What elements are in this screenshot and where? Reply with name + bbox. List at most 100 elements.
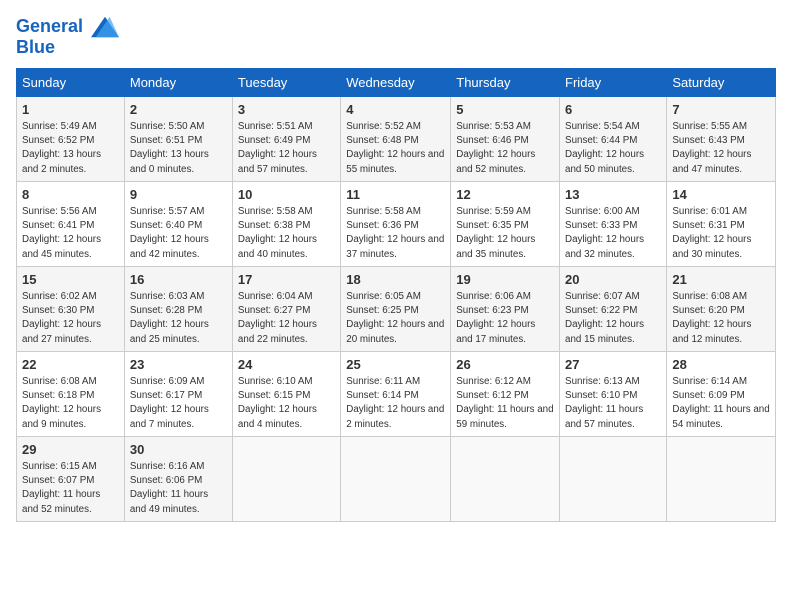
calendar-cell — [341, 436, 451, 521]
day-number: 11 — [346, 186, 445, 204]
day-number: 6 — [565, 101, 661, 119]
calendar-cell: 3Sunrise: 5:51 AM Sunset: 6:49 PM Daylig… — [232, 96, 340, 181]
day-number: 24 — [238, 356, 335, 374]
day-header-friday: Friday — [560, 68, 667, 96]
logo-text: General — [16, 16, 119, 38]
calendar-cell — [451, 436, 560, 521]
calendar-cell — [667, 436, 776, 521]
calendar-week-row: 15Sunrise: 6:02 AM Sunset: 6:30 PM Dayli… — [17, 266, 776, 351]
day-number: 25 — [346, 356, 445, 374]
day-info: Sunrise: 6:12 AM Sunset: 6:12 PM Dayligh… — [456, 375, 554, 432]
day-info: Sunrise: 6:08 AM Sunset: 6:20 PM Dayligh… — [672, 290, 770, 347]
calendar-week-row: 8Sunrise: 5:56 AM Sunset: 6:41 PM Daylig… — [17, 181, 776, 266]
calendar-cell: 22Sunrise: 6:08 AM Sunset: 6:18 PM Dayli… — [17, 351, 125, 436]
calendar-cell: 12Sunrise: 5:59 AM Sunset: 6:35 PM Dayli… — [451, 181, 560, 266]
day-info: Sunrise: 5:57 AM Sunset: 6:40 PM Dayligh… — [130, 205, 227, 262]
day-info: Sunrise: 6:03 AM Sunset: 6:28 PM Dayligh… — [130, 290, 227, 347]
day-info: Sunrise: 5:49 AM Sunset: 6:52 PM Dayligh… — [22, 120, 119, 177]
calendar-cell: 29Sunrise: 6:15 AM Sunset: 6:07 PM Dayli… — [17, 436, 125, 521]
day-info: Sunrise: 5:59 AM Sunset: 6:35 PM Dayligh… — [456, 205, 554, 262]
calendar-week-row: 22Sunrise: 6:08 AM Sunset: 6:18 PM Dayli… — [17, 351, 776, 436]
day-header-monday: Monday — [124, 68, 232, 96]
calendar-cell — [560, 436, 667, 521]
calendar-cell: 1Sunrise: 5:49 AM Sunset: 6:52 PM Daylig… — [17, 96, 125, 181]
calendar-cell: 2Sunrise: 5:50 AM Sunset: 6:51 PM Daylig… — [124, 96, 232, 181]
day-header-wednesday: Wednesday — [341, 68, 451, 96]
calendar-cell: 20Sunrise: 6:07 AM Sunset: 6:22 PM Dayli… — [560, 266, 667, 351]
day-number: 22 — [22, 356, 119, 374]
day-number: 29 — [22, 441, 119, 459]
day-info: Sunrise: 5:56 AM Sunset: 6:41 PM Dayligh… — [22, 205, 119, 262]
day-number: 17 — [238, 271, 335, 289]
calendar-cell: 5Sunrise: 5:53 AM Sunset: 6:46 PM Daylig… — [451, 96, 560, 181]
calendar-cell — [232, 436, 340, 521]
day-number: 20 — [565, 271, 661, 289]
day-number: 14 — [672, 186, 770, 204]
calendar-header-row: SundayMondayTuesdayWednesdayThursdayFrid… — [17, 68, 776, 96]
day-header-sunday: Sunday — [17, 68, 125, 96]
calendar-cell: 9Sunrise: 5:57 AM Sunset: 6:40 PM Daylig… — [124, 181, 232, 266]
calendar-cell: 27Sunrise: 6:13 AM Sunset: 6:10 PM Dayli… — [560, 351, 667, 436]
calendar-cell: 13Sunrise: 6:00 AM Sunset: 6:33 PM Dayli… — [560, 181, 667, 266]
day-number: 8 — [22, 186, 119, 204]
day-header-tuesday: Tuesday — [232, 68, 340, 96]
day-number: 28 — [672, 356, 770, 374]
day-info: Sunrise: 6:05 AM Sunset: 6:25 PM Dayligh… — [346, 290, 445, 347]
day-number: 12 — [456, 186, 554, 204]
day-info: Sunrise: 5:55 AM Sunset: 6:43 PM Dayligh… — [672, 120, 770, 177]
day-number: 15 — [22, 271, 119, 289]
day-number: 21 — [672, 271, 770, 289]
calendar-cell: 16Sunrise: 6:03 AM Sunset: 6:28 PM Dayli… — [124, 266, 232, 351]
day-info: Sunrise: 6:02 AM Sunset: 6:30 PM Dayligh… — [22, 290, 119, 347]
day-info: Sunrise: 6:14 AM Sunset: 6:09 PM Dayligh… — [672, 375, 770, 432]
day-info: Sunrise: 5:50 AM Sunset: 6:51 PM Dayligh… — [130, 120, 227, 177]
day-number: 13 — [565, 186, 661, 204]
day-number: 23 — [130, 356, 227, 374]
calendar-cell: 11Sunrise: 5:58 AM Sunset: 6:36 PM Dayli… — [341, 181, 451, 266]
day-number: 5 — [456, 101, 554, 119]
calendar-week-row: 1Sunrise: 5:49 AM Sunset: 6:52 PM Daylig… — [17, 96, 776, 181]
calendar-cell: 30Sunrise: 6:16 AM Sunset: 6:06 PM Dayli… — [124, 436, 232, 521]
day-number: 3 — [238, 101, 335, 119]
day-info: Sunrise: 6:11 AM Sunset: 6:14 PM Dayligh… — [346, 375, 445, 432]
calendar-cell: 25Sunrise: 6:11 AM Sunset: 6:14 PM Dayli… — [341, 351, 451, 436]
day-info: Sunrise: 6:07 AM Sunset: 6:22 PM Dayligh… — [565, 290, 661, 347]
logo-subtext: Blue — [16, 38, 119, 58]
calendar-cell: 28Sunrise: 6:14 AM Sunset: 6:09 PM Dayli… — [667, 351, 776, 436]
day-header-thursday: Thursday — [451, 68, 560, 96]
calendar-cell: 19Sunrise: 6:06 AM Sunset: 6:23 PM Dayli… — [451, 266, 560, 351]
day-number: 1 — [22, 101, 119, 119]
calendar-week-row: 29Sunrise: 6:15 AM Sunset: 6:07 PM Dayli… — [17, 436, 776, 521]
day-number: 2 — [130, 101, 227, 119]
logo: General Blue — [16, 16, 119, 58]
calendar-cell: 4Sunrise: 5:52 AM Sunset: 6:48 PM Daylig… — [341, 96, 451, 181]
day-number: 18 — [346, 271, 445, 289]
day-number: 16 — [130, 271, 227, 289]
day-number: 26 — [456, 356, 554, 374]
page-header: General Blue — [16, 16, 776, 58]
day-info: Sunrise: 6:04 AM Sunset: 6:27 PM Dayligh… — [238, 290, 335, 347]
day-info: Sunrise: 6:00 AM Sunset: 6:33 PM Dayligh… — [565, 205, 661, 262]
day-number: 27 — [565, 356, 661, 374]
day-info: Sunrise: 5:52 AM Sunset: 6:48 PM Dayligh… — [346, 120, 445, 177]
calendar-cell: 10Sunrise: 5:58 AM Sunset: 6:38 PM Dayli… — [232, 181, 340, 266]
day-info: Sunrise: 6:16 AM Sunset: 6:06 PM Dayligh… — [130, 460, 227, 517]
day-info: Sunrise: 6:15 AM Sunset: 6:07 PM Dayligh… — [22, 460, 119, 517]
day-info: Sunrise: 6:13 AM Sunset: 6:10 PM Dayligh… — [565, 375, 661, 432]
calendar-cell: 26Sunrise: 6:12 AM Sunset: 6:12 PM Dayli… — [451, 351, 560, 436]
day-info: Sunrise: 5:53 AM Sunset: 6:46 PM Dayligh… — [456, 120, 554, 177]
calendar-cell: 7Sunrise: 5:55 AM Sunset: 6:43 PM Daylig… — [667, 96, 776, 181]
day-number: 10 — [238, 186, 335, 204]
day-info: Sunrise: 6:10 AM Sunset: 6:15 PM Dayligh… — [238, 375, 335, 432]
day-info: Sunrise: 6:08 AM Sunset: 6:18 PM Dayligh… — [22, 375, 119, 432]
day-info: Sunrise: 6:01 AM Sunset: 6:31 PM Dayligh… — [672, 205, 770, 262]
day-number: 30 — [130, 441, 227, 459]
calendar-cell: 15Sunrise: 6:02 AM Sunset: 6:30 PM Dayli… — [17, 266, 125, 351]
day-info: Sunrise: 5:51 AM Sunset: 6:49 PM Dayligh… — [238, 120, 335, 177]
day-number: 9 — [130, 186, 227, 204]
calendar-cell: 6Sunrise: 5:54 AM Sunset: 6:44 PM Daylig… — [560, 96, 667, 181]
calendar-cell: 21Sunrise: 6:08 AM Sunset: 6:20 PM Dayli… — [667, 266, 776, 351]
day-header-saturday: Saturday — [667, 68, 776, 96]
day-info: Sunrise: 5:58 AM Sunset: 6:36 PM Dayligh… — [346, 205, 445, 262]
day-number: 4 — [346, 101, 445, 119]
